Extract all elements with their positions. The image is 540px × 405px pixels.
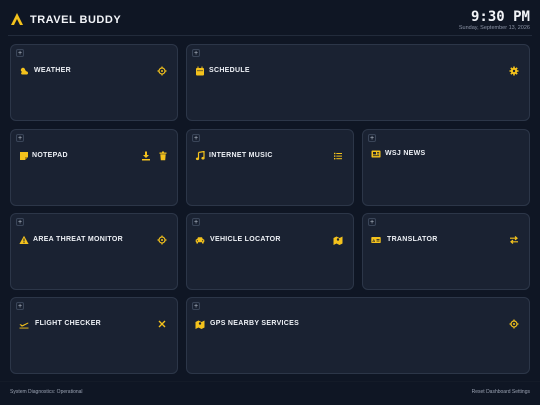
widget-title: SCHEDULE	[209, 67, 250, 74]
calendar-icon	[196, 66, 204, 76]
clock-time: 9:30 PM	[470, 9, 530, 25]
widget-title: WSJ NEWS	[385, 150, 426, 157]
widget-notepad[interactable]: + NOTEPAD	[10, 129, 178, 206]
widget-vehicle-locator[interactable]: + VEHICLE LOCATOR	[186, 213, 354, 290]
header-divider	[8, 35, 532, 36]
add-button[interactable]: +	[192, 49, 200, 57]
add-button[interactable]: +	[368, 134, 376, 142]
logo-icon	[11, 13, 23, 25]
widget-gps-nearby-services[interactable]: + GPS NEARBY SERVICES	[186, 297, 530, 374]
widget-schedule[interactable]: + SCHEDULE	[186, 44, 530, 121]
add-button[interactable]: +	[16, 134, 24, 142]
widget-weather[interactable]: + WEATHER	[10, 44, 178, 121]
list-icon[interactable]	[333, 151, 343, 161]
footer-divider	[0, 381, 540, 382]
gear-icon[interactable]	[509, 66, 519, 76]
newspaper-icon	[371, 150, 381, 158]
reset-dashboard-link[interactable]: Reset Dashboard Settings	[472, 389, 530, 395]
widget-translator[interactable]: + A TRANSLATOR	[362, 213, 530, 290]
widget-title: NOTEPAD	[32, 152, 68, 159]
add-button[interactable]: +	[16, 218, 24, 226]
music-icon	[195, 151, 205, 161]
widget-area-threat-monitor[interactable]: + AREA THREAT MONITOR	[10, 213, 178, 290]
widget-internet-music[interactable]: + INTERNET MUSIC	[186, 129, 354, 206]
swap-icon[interactable]	[509, 235, 519, 245]
car-icon	[195, 237, 205, 244]
system-status: System Diagnostics: Operational	[10, 389, 83, 395]
add-button[interactable]: +	[16, 49, 24, 57]
widget-title: FLIGHT CHECKER	[35, 320, 102, 327]
note-icon	[20, 152, 28, 160]
crosshair-icon[interactable]	[157, 235, 167, 245]
weather-icon	[20, 67, 29, 75]
plane-icon	[19, 322, 29, 329]
widget-title: WEATHER	[34, 67, 71, 74]
map-icon	[195, 320, 205, 329]
download-icon[interactable]	[141, 151, 151, 161]
widget-wsj-news[interactable]: + WSJ NEWS	[362, 129, 530, 206]
add-button[interactable]: +	[192, 218, 200, 226]
add-button[interactable]: +	[192, 302, 200, 310]
svg-text:A: A	[372, 238, 375, 243]
add-button[interactable]: +	[16, 302, 24, 310]
widget-title: GPS NEARBY SERVICES	[210, 320, 300, 327]
crosshair-icon[interactable]	[157, 66, 167, 76]
widget-title: AREA THREAT MONITOR	[33, 236, 123, 243]
app-title: TRAVEL BUDDY	[30, 14, 122, 26]
map-icon[interactable]	[333, 235, 343, 245]
crosshair-icon[interactable]	[509, 319, 519, 329]
add-button[interactable]: +	[368, 218, 376, 226]
app-header: TRAVEL BUDDY 9:30 PM Sunday, September 1…	[0, 0, 540, 34]
language-icon: A	[371, 237, 381, 243]
trash-icon[interactable]	[158, 151, 168, 161]
close-icon[interactable]	[157, 319, 167, 329]
widget-title: VEHICLE LOCATOR	[210, 236, 281, 243]
warning-icon	[19, 235, 29, 244]
clock-date: Sunday, September 13, 2026	[458, 25, 530, 31]
add-button[interactable]: +	[192, 134, 200, 142]
widget-flight-checker[interactable]: + FLIGHT CHECKER	[10, 297, 178, 374]
widget-title: INTERNET MUSIC	[209, 152, 273, 159]
widget-title: TRANSLATOR	[387, 236, 438, 243]
